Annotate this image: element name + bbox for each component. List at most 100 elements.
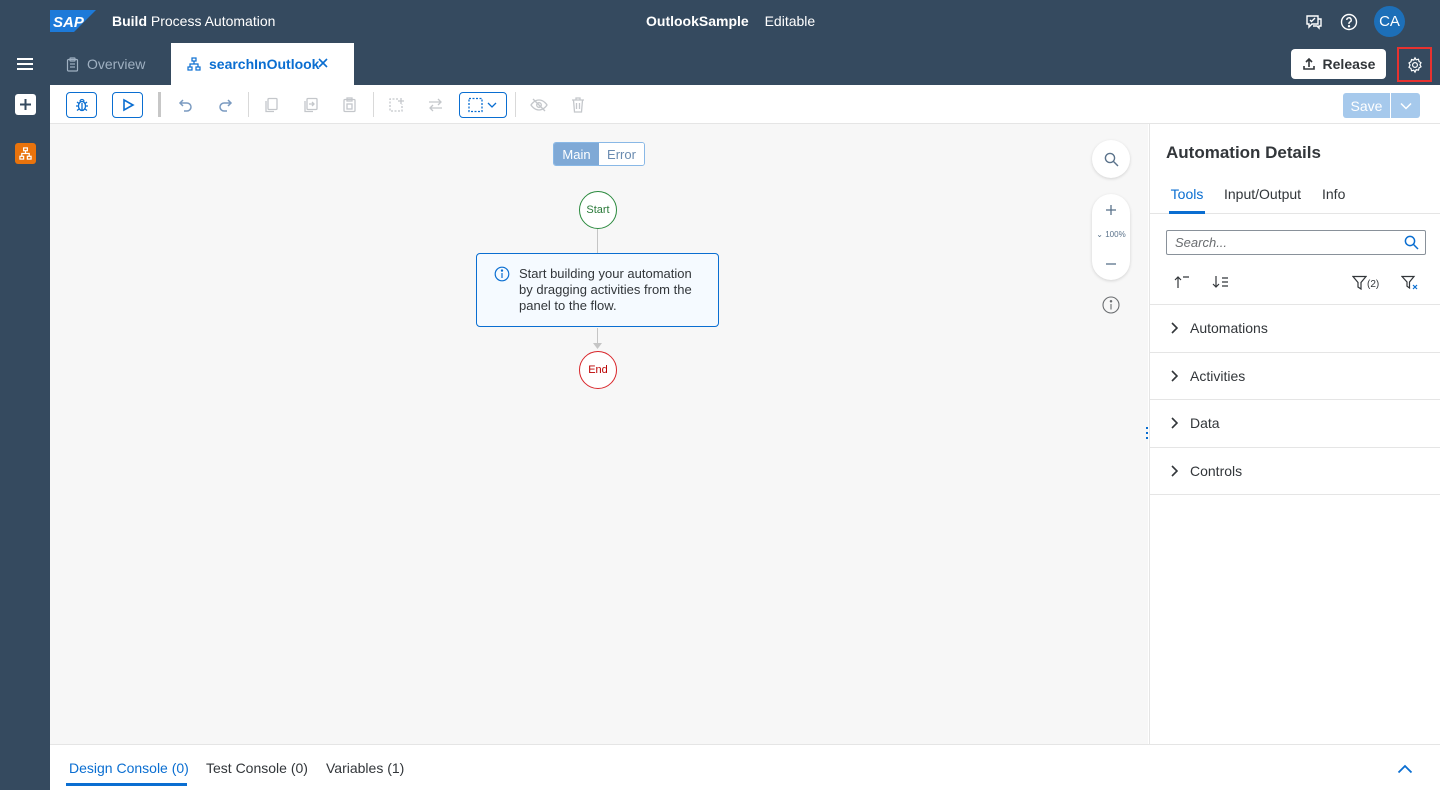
tree-item-label: Activities (1190, 367, 1246, 384)
tools-search (1166, 230, 1426, 255)
tree-item-automations[interactable]: Automations (1150, 305, 1440, 353)
expand-all-button[interactable] (1212, 275, 1229, 289)
filter-icon (1352, 275, 1367, 290)
project-state: Editable (764, 13, 816, 29)
undo-icon (178, 99, 192, 112)
tree-item-controls[interactable]: Controls (1150, 448, 1440, 495)
search-icon[interactable] (1404, 235, 1419, 250)
delete-button[interactable] (562, 92, 593, 118)
trash-icon (571, 97, 584, 113)
eye-off-icon (529, 98, 548, 112)
panel-tabs: Tools Input/Output Info (1150, 184, 1440, 214)
active-tab-indicator (66, 783, 187, 786)
swap-icon (429, 98, 442, 112)
add-icon[interactable] (15, 94, 36, 115)
redo-icon (218, 99, 232, 112)
upload-icon (1302, 57, 1315, 70)
flow-icon (187, 57, 201, 71)
tab-test-console[interactable]: Test Console (0) (206, 760, 308, 776)
tools-search-input[interactable] (1167, 231, 1387, 254)
selection-mode-button[interactable] (459, 92, 507, 118)
tab-tools[interactable]: Tools (1169, 186, 1205, 214)
chevron-right-icon (1171, 465, 1178, 477)
play-icon (122, 98, 135, 112)
sap-logo[interactable]: SAP (50, 10, 96, 37)
tree-item-activities[interactable]: Activities (1150, 353, 1440, 400)
expand-console-button[interactable] (1397, 761, 1413, 779)
run-button[interactable] (112, 92, 143, 118)
help-icon[interactable] (1338, 11, 1360, 33)
settings-button[interactable] (1397, 47, 1432, 82)
save-dropdown-button[interactable] (1390, 93, 1420, 118)
bug-icon (75, 98, 88, 112)
info-icon (494, 266, 510, 282)
redo-button[interactable] (209, 92, 240, 118)
flow-segment-switch: Main Error (553, 142, 645, 166)
chevron-right-icon (1171, 322, 1178, 334)
empty-flow-hint[interactable]: Start building your automation by draggi… (476, 253, 719, 327)
tab-search-in-outlook[interactable]: searchInOutlook (171, 43, 354, 85)
toolbar-divider (373, 92, 374, 117)
end-node[interactable]: End (579, 351, 617, 389)
zoom-level[interactable]: ⌄ 100% (1092, 230, 1130, 239)
clear-filter-icon (1401, 275, 1418, 290)
tab-design-console[interactable]: Design Console (0) (69, 760, 189, 776)
toolbar-divider (515, 92, 516, 117)
chevron-right-icon (1171, 370, 1178, 382)
end-node-label: End (588, 364, 608, 376)
hide-button[interactable] (523, 92, 554, 118)
sap-logo-text: SAP (53, 14, 85, 31)
canvas-search-button[interactable] (1092, 140, 1130, 178)
move-icon (303, 97, 318, 113)
copy-button[interactable] (256, 92, 287, 118)
collapse-all-button[interactable] (1173, 275, 1190, 289)
swap-button[interactable] (420, 92, 451, 118)
segment-error[interactable]: Error (599, 143, 644, 165)
empty-flow-hint-text: Start building your automation by draggi… (519, 266, 692, 313)
add-group-icon (389, 98, 404, 112)
canvas-info-icon[interactable] (1102, 296, 1120, 319)
segment-main[interactable]: Main (554, 143, 599, 165)
filter-button[interactable]: (2) (1352, 275, 1379, 290)
avatar-initials: CA (1379, 13, 1400, 30)
shell-bar: SAP Build Process Automation OutlookSamp… (0, 0, 1440, 43)
filter-count: (2) (1367, 279, 1380, 290)
copy-icon (265, 97, 278, 113)
start-node[interactable]: Start (579, 191, 617, 229)
save-button[interactable]: Save (1343, 93, 1390, 118)
automation-flow-icon[interactable] (15, 143, 36, 164)
tab-info[interactable]: Info (1322, 186, 1345, 214)
toolbar-divider (158, 92, 161, 117)
clear-filter-button[interactable] (1401, 275, 1419, 291)
clipboard-icon (66, 56, 79, 72)
tab-overview[interactable]: Overview (66, 43, 145, 85)
gear-icon (1407, 56, 1422, 73)
tree-item-label: Data (1190, 415, 1220, 432)
product-title-rest: Process Automation (150, 13, 276, 29)
product-title: Build Process Automation (112, 13, 275, 29)
tree-item-data[interactable]: Data (1150, 400, 1440, 448)
zoom-level-value: 100% (1105, 230, 1126, 239)
user-avatar[interactable]: CA (1374, 6, 1405, 37)
cut-button[interactable] (295, 92, 326, 118)
zoom-out-button[interactable] (1092, 252, 1130, 276)
tree-item-label: Controls (1190, 462, 1243, 479)
tab-input-output[interactable]: Input/Output (1224, 186, 1301, 214)
minus-icon (1106, 263, 1116, 265)
undo-button[interactable] (170, 92, 201, 118)
zoom-in-button[interactable] (1092, 198, 1130, 222)
release-button[interactable]: Release (1291, 49, 1386, 79)
save-label: Save (1350, 97, 1383, 114)
debug-button[interactable] (66, 92, 97, 118)
editor-toolbar: Save (50, 85, 1440, 124)
tab-variables[interactable]: Variables (1) (326, 760, 404, 776)
save-group: Save (1343, 93, 1421, 118)
flow-canvas[interactable]: Main Error Start Start building your aut… (50, 124, 1148, 744)
add-group-button[interactable] (381, 92, 412, 118)
feedback-icon[interactable] (1303, 11, 1325, 33)
menu-icon[interactable] (13, 55, 37, 73)
flow-connector (597, 229, 598, 253)
paste-button[interactable] (334, 92, 365, 118)
close-tab-icon[interactable] (316, 56, 338, 73)
tools-tree: Automations Activities Data Controls (1150, 304, 1440, 495)
